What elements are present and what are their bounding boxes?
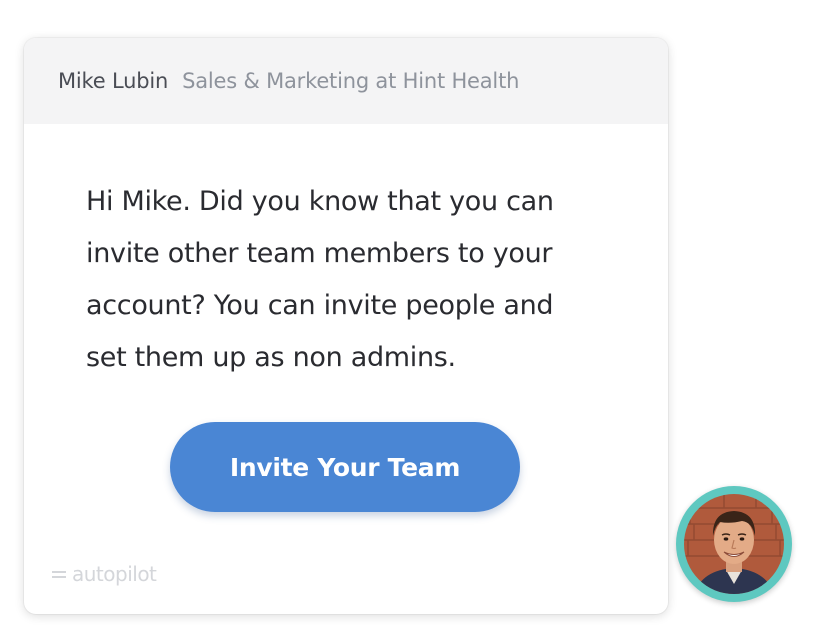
message-line: Hi Mike. Did you know that you can <box>86 186 554 217</box>
message-line: invite other team members to your <box>86 238 553 269</box>
avatar-launcher[interactable] <box>676 486 792 602</box>
message-card: Mike Lubin Sales & Marketing at Hint Hea… <box>24 38 668 614</box>
invite-team-button[interactable]: Invite Your Team <box>170 422 520 512</box>
person-photo-icon <box>684 494 784 594</box>
avatar <box>684 494 784 594</box>
autopilot-logo-icon <box>52 569 68 579</box>
card-header: Mike Lubin Sales & Marketing at Hint Hea… <box>24 38 668 124</box>
sender-role: Sales & Marketing at Hint Health <box>182 69 520 93</box>
message-line: set them up as non admins. <box>86 342 456 373</box>
sender-name: Mike Lubin <box>58 69 169 93</box>
message-body: Hi Mike. Did you know that you can invit… <box>86 176 646 384</box>
autopilot-brand[interactable]: autopilot <box>52 562 157 586</box>
page: Mike Lubin Sales & Marketing at Hint Hea… <box>0 0 828 644</box>
brand-label: autopilot <box>72 562 157 586</box>
message-line: account? You can invite people and <box>86 290 554 321</box>
